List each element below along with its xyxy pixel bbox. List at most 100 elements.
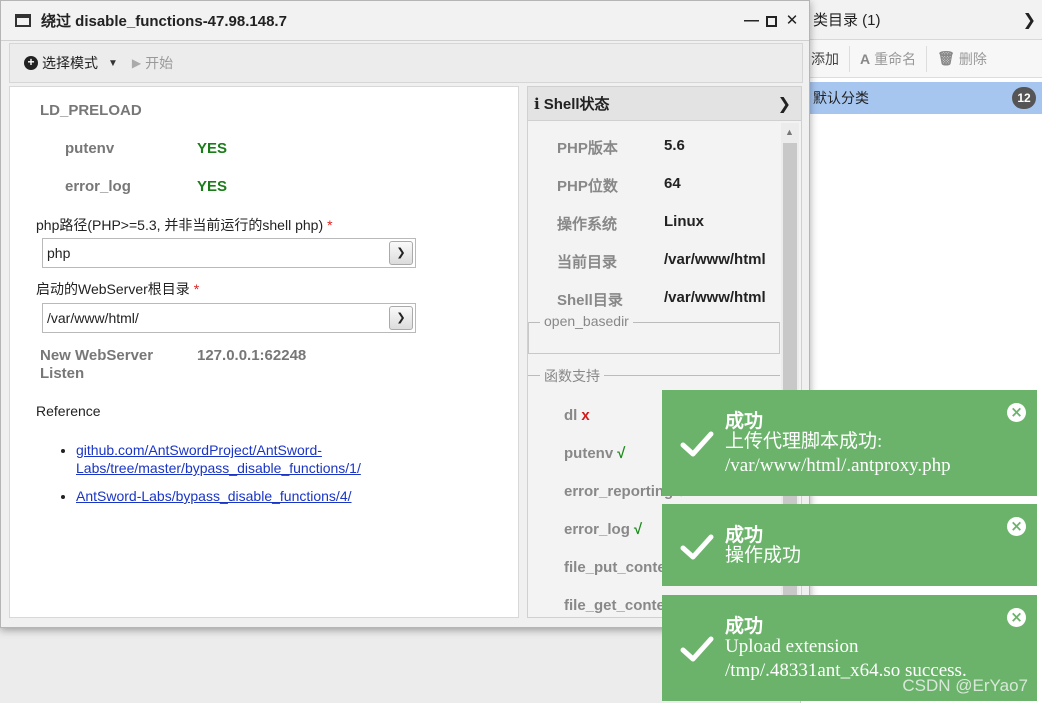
supported-mark: √ <box>633 521 643 538</box>
webroot-select[interactable]: /var/www/html/ ❯ <box>42 303 416 333</box>
toast-message-line1: Upload extension <box>725 636 859 657</box>
function-row-dl: dl x <box>564 407 590 424</box>
ld-preload-heading: LD_PRELOAD <box>40 102 142 119</box>
caret-down-icon: ▼ <box>108 57 118 69</box>
listen-label: New WebServer Listen <box>40 347 153 383</box>
delete-category-label: 删除 <box>958 50 987 67</box>
toast-message-line1: 操作成功 <box>725 545 802 566</box>
window-controls: — ✕ <box>744 13 799 29</box>
delete-category-button[interactable]: 🗑 删除 <box>927 46 997 72</box>
supported-mark: √ <box>617 445 626 462</box>
select-mode-label: 选择模式 <box>42 55 98 71</box>
add-category-label: 添加 <box>811 50 839 67</box>
checkmark-icon <box>680 534 714 560</box>
reference-link-1-line2: Labs/tree/master/bypass_disable_function… <box>76 460 361 476</box>
listen-value: 127.0.0.1:62248 <box>197 347 307 364</box>
rename-category-button[interactable]: A 重命名 <box>850 45 928 72</box>
function-name: putenv <box>564 445 614 462</box>
functions-fieldset: 函数支持 <box>528 366 780 386</box>
webroot-label: 启动的WebServer根目录 * <box>36 279 199 299</box>
select-mode-dropdown[interactable]: + 选择模式 ▼ <box>24 53 118 73</box>
info-value-php-bits: 64 <box>664 175 681 192</box>
checkmark-icon <box>680 431 714 457</box>
window-title: 绕过 disable_functions-47.98.148.7 <box>41 13 287 30</box>
reference-title: Reference <box>36 403 101 419</box>
php-path-select[interactable]: php ❯ <box>42 238 416 268</box>
font-icon: A <box>860 50 871 67</box>
function-row-putenv: putenv √ <box>564 445 625 462</box>
info-value-shell-dir: /var/www/html <box>664 289 766 306</box>
chevron-right-icon[interactable]: ❯ <box>1023 10 1036 30</box>
chevron-down-icon[interactable]: ❯ <box>389 306 413 330</box>
reference-link-2[interactable]: AntSword-Labs/bypass_disable_functions/4… <box>76 488 352 504</box>
scroll-up-icon[interactable]: ▲ <box>785 127 794 137</box>
toast-message: 上传代理脚本成功: /var/www/html/.antproxy.php <box>725 430 951 478</box>
window-icon <box>15 14 31 27</box>
close-icon[interactable]: × <box>1007 517 1026 536</box>
php-path-label-text: php路径(PHP>=5.3, 并非当前运行的shell php) <box>36 217 324 233</box>
info-key-php-bits: PHP位数 <box>557 178 618 195</box>
reference-link-2-line1: AntSword-Labs/bypass_disable_functions/4… <box>76 488 352 504</box>
chevron-down-icon[interactable]: ❯ <box>389 241 413 265</box>
unsupported-mark: x <box>581 407 590 424</box>
start-button[interactable]: ▶ 开始 <box>132 53 173 73</box>
toast-title: 成功 <box>725 616 764 637</box>
info-value-os: Linux <box>664 213 704 230</box>
function-name: dl <box>564 407 578 424</box>
close-icon[interactable]: × <box>1007 608 1026 627</box>
webroot-label-text: 启动的WebServer根目录 <box>36 281 190 297</box>
putenv-check-label: putenv <box>65 140 115 157</box>
error-log-check-label: error_log <box>65 178 131 195</box>
info-key-shell-dir: Shell目录 <box>557 292 623 309</box>
reference-link-1-line1: github.com/AntSwordProject/AntSword- <box>76 442 322 458</box>
maximize-icon[interactable] <box>766 16 777 27</box>
bypass-form-pane: LD_PRELOAD putenv YES error_log YES php路… <box>9 86 519 618</box>
category-panel-title: 类目录 (1) <box>813 12 881 29</box>
function-name: error_reporting <box>564 483 674 500</box>
window-toolbar: + 选择模式 ▼ ▶ 开始 <box>9 43 803 83</box>
trash-icon: 🗑 <box>937 50 955 66</box>
watermark: CSDN @ErYao7 <box>902 676 1028 695</box>
category-item-label: 默认分类 <box>813 90 869 106</box>
reference-item: github.com/AntSwordProject/AntSword- Labs… <box>76 441 361 477</box>
listen-label-line2: Listen <box>40 365 85 382</box>
toast-title: 成功 <box>725 411 764 432</box>
webroot-value: /var/www/html/ <box>47 310 139 326</box>
info-key-os: 操作系统 <box>557 216 618 233</box>
function-row-error-log: error_log √ <box>564 521 642 538</box>
start-label: 开始 <box>145 55 174 71</box>
shell-status-header[interactable]: i Shell状态 ❯ <box>528 87 801 121</box>
info-key-current-dir: 当前目录 <box>557 254 618 271</box>
close-icon[interactable]: ✕ <box>785 13 799 29</box>
reference-list: github.com/AntSwordProject/AntSword- Labs… <box>76 441 361 515</box>
rename-category-label: 重命名 <box>874 50 917 67</box>
php-path-value: php <box>47 245 71 261</box>
error-log-check-value: YES <box>197 178 228 195</box>
category-panel-header: 类目录 (1) ❯ <box>801 0 1042 40</box>
toast-message: 操作成功 <box>725 544 801 568</box>
toast-title: 成功 <box>725 525 764 546</box>
close-icon[interactable]: × <box>1007 403 1026 422</box>
info-key-php-version: PHP版本 <box>557 140 618 157</box>
functions-label: 函数支持 <box>540 366 604 386</box>
required-mark: * <box>193 281 200 297</box>
minimize-icon[interactable]: — <box>744 13 759 29</box>
chevron-right-icon[interactable]: ❯ <box>778 94 791 114</box>
toast-message-line2: /var/www/html/.antproxy.php <box>725 455 951 476</box>
toast-message-line1: 上传代理脚本成功: <box>725 431 883 452</box>
plus-circle-icon: + <box>24 56 38 70</box>
php-path-label: php路径(PHP>=5.3, 并非当前运行的shell php) * <box>36 215 333 235</box>
checkmark-icon <box>680 636 714 662</box>
toast-notification: 成功 操作成功 × <box>662 504 1037 586</box>
info-icon: i <box>534 94 540 113</box>
info-value-php-version: 5.6 <box>664 137 685 154</box>
reference-link-1[interactable]: github.com/AntSwordProject/AntSword- Labs… <box>76 442 361 476</box>
reference-item: AntSword-Labs/bypass_disable_functions/4… <box>76 487 361 505</box>
window-titlebar[interactable]: 绕过 disable_functions-47.98.148.7 — ✕ <box>1 1 809 41</box>
category-item-default[interactable]: 默认分类 12 <box>801 82 1042 114</box>
putenv-check-value: YES <box>197 140 228 157</box>
info-value-current-dir: /var/www/html <box>664 251 766 268</box>
play-icon: ▶ <box>131 56 142 70</box>
listen-label-line1: New WebServer <box>40 347 154 364</box>
toast-notification: 成功 上传代理脚本成功: /var/www/html/.antproxy.php… <box>662 390 1037 496</box>
